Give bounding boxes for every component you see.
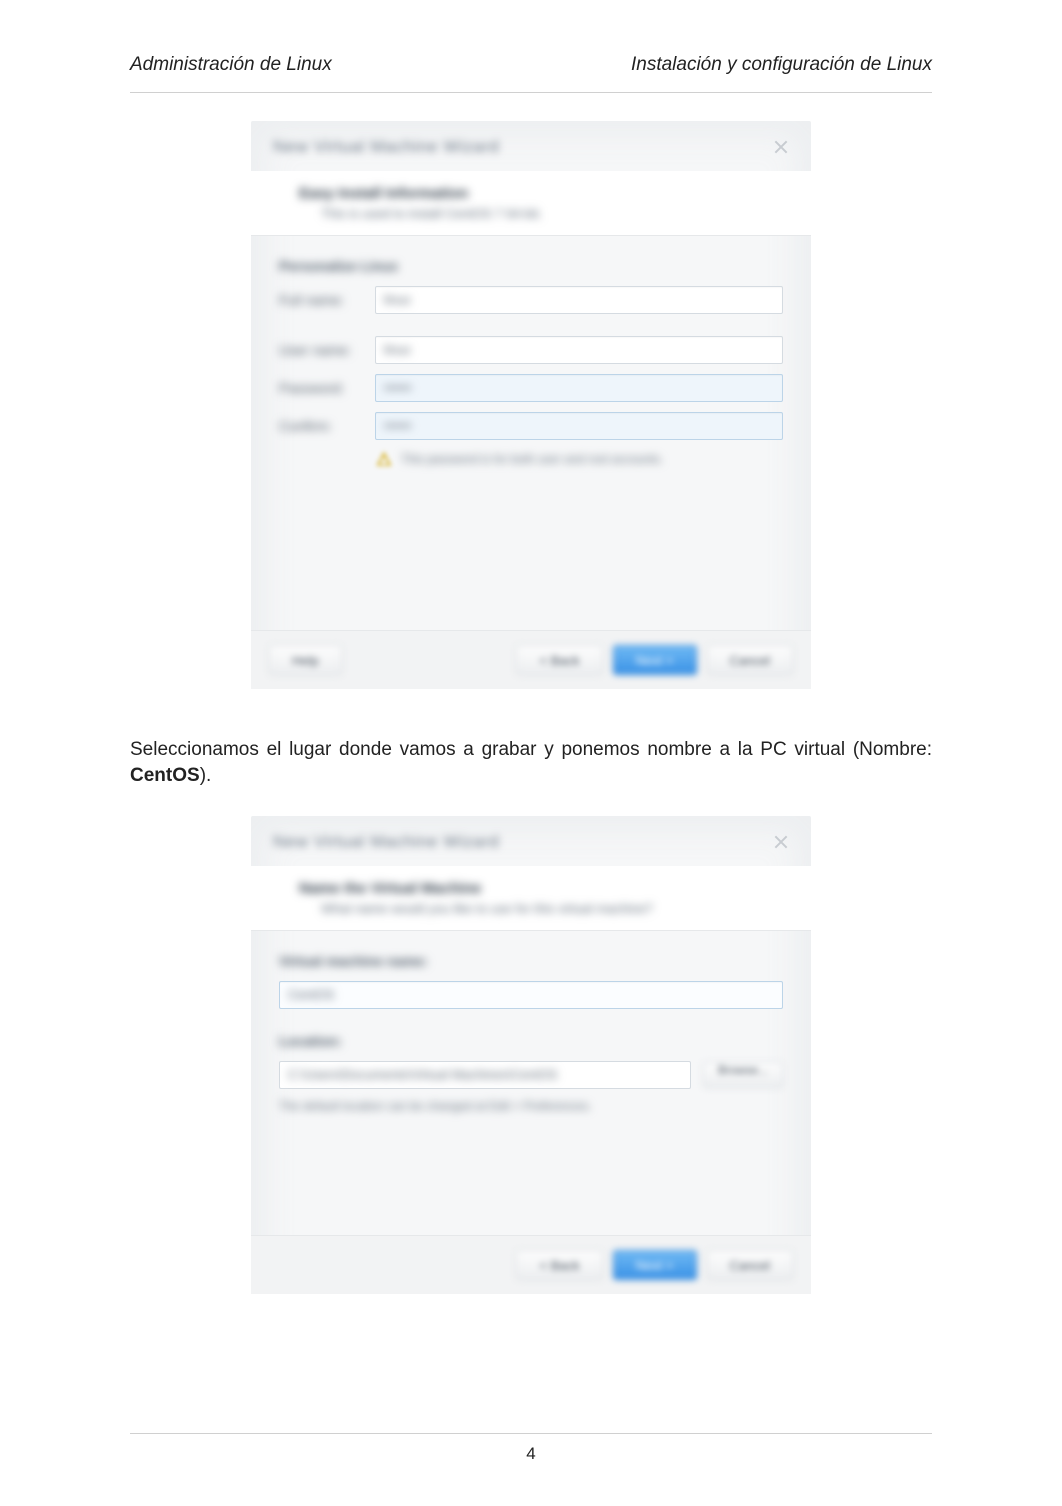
help-button[interactable]: Help [269,645,342,675]
label-confirm: Confirm: [279,418,375,434]
paragraph-name-location: Seleccionamos el lugar donde vamos a gra… [130,737,932,788]
wizard-name-vm-screenshot: New Virtual Machine Wizard Name the Virt… [251,816,811,1294]
row-username: User name: linux [279,336,783,364]
banner-title: Name the Virtual Machine [299,880,783,897]
location-hint: The default location can be changed at E… [279,1099,783,1113]
cancel-button[interactable]: Cancel [707,645,793,675]
input-username[interactable]: linux [375,336,783,364]
input-fullname[interactable]: linux [375,286,783,314]
page-footer: 4 [130,1433,932,1464]
row-fullname: Full name: linux [279,286,783,314]
window-title: New Virtual Machine Wizard [273,832,499,852]
vm-name-label: Virtual machine name: [279,953,783,969]
warning-text: This password is for both user and root … [401,452,663,466]
close-icon[interactable] [773,139,789,155]
browse-button[interactable]: Browse... [703,1062,783,1088]
banner-subtitle: This is used to install CentOS 7 64-bit. [299,206,783,221]
banner-title: Easy Install Information [299,185,783,202]
location-label: Location: [279,1033,783,1049]
back-button[interactable]: < Back [516,1250,602,1280]
wizard-easy-install-screenshot: New Virtual Machine Wizard Easy Install … [251,121,811,689]
next-button[interactable]: Next > [613,645,697,675]
wizard-footer: < Back Next > Cancel [251,1235,811,1294]
window-title: New Virtual Machine Wizard [273,137,499,157]
wizard-banner: Name the Virtual Machine What name would… [251,866,811,931]
row-password: Password: •••••• [279,374,783,402]
banner-subtitle: What name would you like to use for this… [299,901,783,916]
wizard-banner: Easy Install Information This is used to… [251,171,811,236]
close-icon[interactable] [773,834,789,850]
input-location[interactable]: C:\Users\Documents\Virtual Machines\Cent… [279,1061,691,1089]
page-number: 4 [526,1444,535,1463]
next-button[interactable]: Next > [613,1250,697,1280]
label-password: Password: [279,380,375,396]
warning-icon [375,450,393,468]
section-personalize: Personalize Linux [279,258,783,274]
input-vm-name[interactable]: CentOS [279,981,783,1009]
header-right: Instalación y configuración de Linux [631,54,932,76]
label-fullname: Full name: [279,292,375,308]
page-header: Administración de Linux Instalación y co… [130,54,932,93]
wizard-footer: Help < Back Next > Cancel [251,630,811,689]
input-password[interactable]: •••••• [375,374,783,402]
row-confirm: Confirm: •••••• [279,412,783,440]
back-button[interactable]: < Back [516,645,602,675]
warning-row: This password is for both user and root … [279,450,783,468]
input-confirm[interactable]: •••••• [375,412,783,440]
label-username: User name: [279,342,375,358]
cancel-button[interactable]: Cancel [707,1250,793,1280]
header-left: Administración de Linux [130,54,332,76]
